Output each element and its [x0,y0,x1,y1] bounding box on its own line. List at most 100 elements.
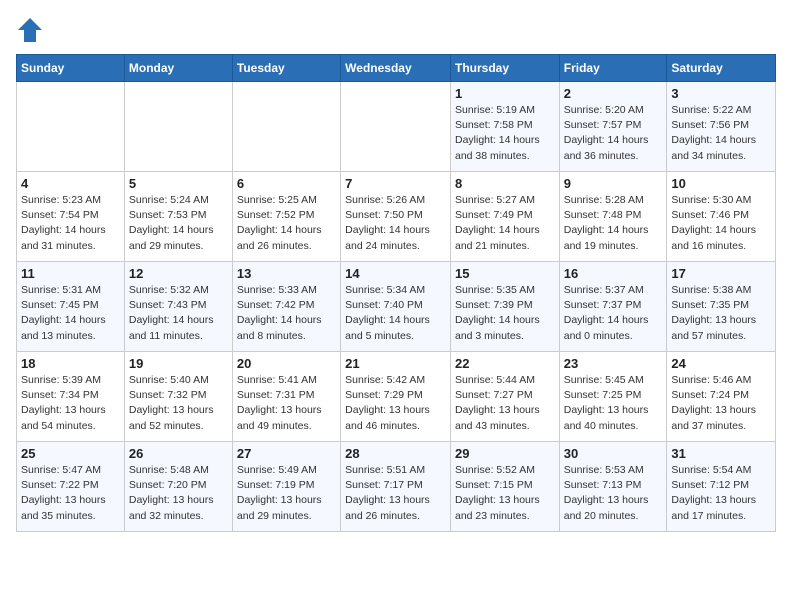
day-info: Sunrise: 5:48 AMSunset: 7:20 PMDaylight:… [129,463,228,524]
day-header-monday: Monday [124,55,232,82]
day-info: Sunrise: 5:27 AMSunset: 7:49 PMDaylight:… [455,193,555,254]
calendar-cell: 16 Sunrise: 5:37 AMSunset: 7:37 PMDayligh… [559,262,667,352]
calendar-cell: 7 Sunrise: 5:26 AMSunset: 7:50 PMDaylight… [341,172,451,262]
day-number: 12 [129,266,228,281]
day-number: 2 [564,86,663,101]
calendar-cell: 18 Sunrise: 5:39 AMSunset: 7:34 PMDayligh… [17,352,125,442]
day-number: 22 [455,356,555,371]
day-info: Sunrise: 5:49 AMSunset: 7:19 PMDaylight:… [237,463,336,524]
day-number: 24 [671,356,771,371]
day-number: 26 [129,446,228,461]
day-info: Sunrise: 5:40 AMSunset: 7:32 PMDaylight:… [129,373,228,434]
day-info: Sunrise: 5:31 AMSunset: 7:45 PMDaylight:… [21,283,120,344]
day-number: 1 [455,86,555,101]
day-number: 13 [237,266,336,281]
calendar-cell [17,82,125,172]
day-info: Sunrise: 5:45 AMSunset: 7:25 PMDaylight:… [564,373,663,434]
day-info: Sunrise: 5:51 AMSunset: 7:17 PMDaylight:… [345,463,446,524]
day-info: Sunrise: 5:54 AMSunset: 7:12 PMDaylight:… [671,463,771,524]
day-number: 7 [345,176,446,191]
calendar-cell: 25Sunrise: 5:47 AMSunset: 7:22 PMDayligh… [17,442,125,532]
day-info: Sunrise: 5:44 AMSunset: 7:27 PMDaylight:… [455,373,555,434]
calendar-cell: 10 Sunrise: 5:30 AMSunset: 7:46 PMDayligh… [667,172,776,262]
day-info: Sunrise: 5:28 AMSunset: 7:48 PMDaylight:… [564,193,663,254]
calendar-cell [341,82,451,172]
day-number: 27 [237,446,336,461]
calendar-cell: 5Sunrise: 5:24 AMSunset: 7:53 PMDaylight… [124,172,232,262]
day-info: Sunrise: 5:30 AMSunset: 7:46 PMDaylight:… [671,193,771,254]
day-info: Sunrise: 5:37 AMSunset: 7:37 PMDaylight:… [564,283,663,344]
day-info: Sunrise: 5:23 AMSunset: 7:54 PMDaylight:… [21,193,120,254]
day-info: Sunrise: 5:34 AMSunset: 7:40 PMDaylight:… [345,283,446,344]
day-number: 11 [21,266,120,281]
day-info: Sunrise: 5:26 AMSunset: 7:50 PMDaylight:… [345,193,446,254]
calendar-cell: 30 Sunrise: 5:53 AMSunset: 7:13 PMDayligh… [559,442,667,532]
day-number: 30 [564,446,663,461]
calendar-cell: 3 Sunrise: 5:22 AMSunset: 7:56 PMDaylight… [667,82,776,172]
calendar-cell: 2 Sunrise: 5:20 AMSunset: 7:57 PMDaylight… [559,82,667,172]
calendar-week-4: 18 Sunrise: 5:39 AMSunset: 7:34 PMDayligh… [17,352,776,442]
calendar-week-1: 1Sunrise: 5:19 AMSunset: 7:58 PMDaylight… [17,82,776,172]
calendar-cell: 1Sunrise: 5:19 AMSunset: 7:58 PMDaylight… [450,82,559,172]
day-info: Sunrise: 5:53 AMSunset: 7:13 PMDaylight:… [564,463,663,524]
day-header-wednesday: Wednesday [341,55,451,82]
day-number: 29 [455,446,555,461]
day-number: 31 [671,446,771,461]
day-info: Sunrise: 5:32 AMSunset: 7:43 PMDaylight:… [129,283,228,344]
calendar-cell: 31 Sunrise: 5:54 AMSunset: 7:12 PMDayligh… [667,442,776,532]
day-info: Sunrise: 5:41 AMSunset: 7:31 PMDaylight:… [237,373,336,434]
calendar-cell: 15 Sunrise: 5:35 AMSunset: 7:39 PMDayligh… [450,262,559,352]
calendar-cell: 13 Sunrise: 5:33 AMSunset: 7:42 PMDayligh… [232,262,340,352]
logo [16,16,48,44]
day-number: 23 [564,356,663,371]
day-info: Sunrise: 5:52 AMSunset: 7:15 PMDaylight:… [455,463,555,524]
logo-icon [16,16,44,44]
day-info: Sunrise: 5:35 AMSunset: 7:39 PMDaylight:… [455,283,555,344]
day-header-tuesday: Tuesday [232,55,340,82]
day-number: 3 [671,86,771,101]
day-info: Sunrise: 5:25 AMSunset: 7:52 PMDaylight:… [237,193,336,254]
day-number: 21 [345,356,446,371]
day-header-friday: Friday [559,55,667,82]
calendar-table: SundayMondayTuesdayWednesdayThursdayFrid… [16,54,776,532]
day-number: 5 [129,176,228,191]
calendar-cell: 21 Sunrise: 5:42 AMSunset: 7:29 PMDayligh… [341,352,451,442]
calendar-cell: 11 Sunrise: 5:31 AMSunset: 7:45 PMDayligh… [17,262,125,352]
day-number: 9 [564,176,663,191]
day-number: 14 [345,266,446,281]
day-number: 15 [455,266,555,281]
calendar-cell: 26 Sunrise: 5:48 AMSunset: 7:20 PMDayligh… [124,442,232,532]
day-number: 6 [237,176,336,191]
day-info: Sunrise: 5:20 AMSunset: 7:57 PMDaylight:… [564,103,663,164]
day-number: 10 [671,176,771,191]
day-header-sunday: Sunday [17,55,125,82]
page-header [16,16,776,44]
calendar-cell: 17 Sunrise: 5:38 AMSunset: 7:35 PMDayligh… [667,262,776,352]
day-number: 17 [671,266,771,281]
day-number: 19 [129,356,228,371]
day-info: Sunrise: 5:33 AMSunset: 7:42 PMDaylight:… [237,283,336,344]
day-number: 28 [345,446,446,461]
calendar-cell: 9 Sunrise: 5:28 AMSunset: 7:48 PMDaylight… [559,172,667,262]
day-number: 25 [21,446,120,461]
day-info: Sunrise: 5:22 AMSunset: 7:56 PMDaylight:… [671,103,771,164]
day-info: Sunrise: 5:39 AMSunset: 7:34 PMDaylight:… [21,373,120,434]
day-info: Sunrise: 5:42 AMSunset: 7:29 PMDaylight:… [345,373,446,434]
day-number: 16 [564,266,663,281]
calendar-cell: 20 Sunrise: 5:41 AMSunset: 7:31 PMDayligh… [232,352,340,442]
calendar-week-2: 4Sunrise: 5:23 AMSunset: 7:54 PMDaylight… [17,172,776,262]
calendar-cell: 12 Sunrise: 5:32 AMSunset: 7:43 PMDayligh… [124,262,232,352]
day-number: 20 [237,356,336,371]
calendar-week-3: 11 Sunrise: 5:31 AMSunset: 7:45 PMDayligh… [17,262,776,352]
calendar-cell: 8Sunrise: 5:27 AMSunset: 7:49 PMDaylight… [450,172,559,262]
day-info: Sunrise: 5:46 AMSunset: 7:24 PMDaylight:… [671,373,771,434]
calendar-cell: 24 Sunrise: 5:46 AMSunset: 7:24 PMDayligh… [667,352,776,442]
day-info: Sunrise: 5:38 AMSunset: 7:35 PMDaylight:… [671,283,771,344]
calendar-cell [124,82,232,172]
calendar-cell: 14 Sunrise: 5:34 AMSunset: 7:40 PMDayligh… [341,262,451,352]
day-number: 18 [21,356,120,371]
calendar-cell: 28 Sunrise: 5:51 AMSunset: 7:17 PMDayligh… [341,442,451,532]
day-header-saturday: Saturday [667,55,776,82]
calendar-cell: 19 Sunrise: 5:40 AMSunset: 7:32 PMDayligh… [124,352,232,442]
calendar-cell: 23 Sunrise: 5:45 AMSunset: 7:25 PMDayligh… [559,352,667,442]
